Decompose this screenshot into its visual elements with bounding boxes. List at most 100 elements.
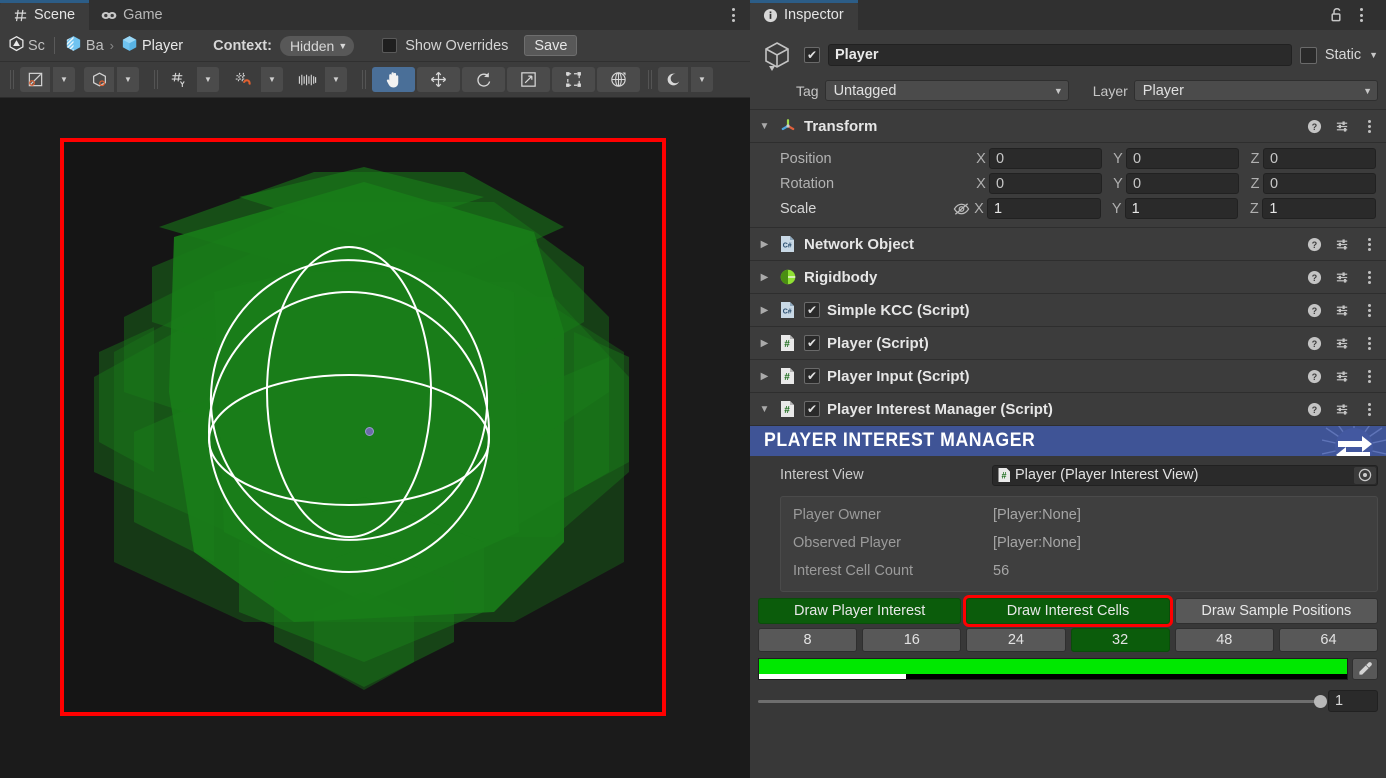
help-question-icon[interactable]: ? <box>1306 368 1322 384</box>
gameobject-enabled-checkbox[interactable]: ✔ <box>804 47 820 63</box>
component-menu-icon[interactable] <box>1362 369 1376 383</box>
transform-menu-icon[interactable] <box>1362 119 1376 133</box>
cube-gameobject-icon[interactable] <box>758 36 796 74</box>
preset-sliders-icon[interactable] <box>1334 302 1350 318</box>
tab-scene[interactable]: Scene <box>0 0 90 30</box>
cell-size-button-48[interactable]: 48 <box>1174 628 1274 652</box>
component-header-player[interactable]: ▶ # ✔ Player (Script) ? <box>750 327 1386 360</box>
foldout-icon[interactable]: ▶ <box>758 239 771 250</box>
help-question-icon[interactable]: ? <box>1306 335 1322 351</box>
position-y-input[interactable]: 0 <box>1126 148 1239 169</box>
component-header-rigidbody[interactable]: ▶ Rigidbody ? <box>750 261 1386 294</box>
preset-sliders-icon[interactable] <box>1334 236 1350 252</box>
component-header-player-interest-manager[interactable]: ▼ # ✔ Player Interest Manager (Script) ? <box>750 393 1386 426</box>
rotation-x-input[interactable]: 0 <box>989 173 1102 194</box>
foldout-icon[interactable]: ▼ <box>758 404 771 415</box>
component-header-network-object[interactable]: ▶ C# Network Object ? <box>750 228 1386 261</box>
help-question-icon[interactable]: ? <box>1306 269 1322 285</box>
preset-sliders-icon[interactable] <box>1334 335 1350 351</box>
static-checkbox[interactable] <box>1299 46 1317 64</box>
breadcrumb-current[interactable]: Player <box>120 34 183 57</box>
handle-orientation-dropdown[interactable]: ▼ <box>117 67 139 92</box>
help-question-icon[interactable]: ? <box>1306 302 1322 318</box>
tag-dropdown[interactable]: Untagged ▼ <box>824 80 1069 101</box>
position-x-input[interactable]: 0 <box>989 148 1102 169</box>
component-menu-icon[interactable] <box>1362 336 1376 350</box>
static-dropdown-icon[interactable]: ▼ <box>1369 50 1378 60</box>
layer-dropdown[interactable]: Player ▼ <box>1133 80 1378 101</box>
draw-interest-cells-button[interactable]: Draw Interest Cells <box>963 595 1173 627</box>
ruler-icon[interactable] <box>292 67 322 92</box>
cell-size-button-64[interactable]: 64 <box>1278 628 1379 652</box>
rotate-tool[interactable] <box>462 67 505 92</box>
grid-y-axis-icon[interactable] <box>164 67 194 92</box>
combined-transform-tool[interactable] <box>597 67 640 92</box>
sun-lighting-icon[interactable] <box>658 67 688 92</box>
cell-size-button-8[interactable]: 8 <box>758 628 858 652</box>
scale-y-input[interactable]: 1 <box>1124 198 1239 219</box>
scale-x-input[interactable]: 1 <box>987 198 1101 219</box>
component-header-player-input[interactable]: ▶ # ✔ Player Input (Script) ? <box>750 360 1386 393</box>
component-menu-icon[interactable] <box>1362 303 1376 317</box>
grid-snap-dropdown[interactable]: ▼ <box>261 67 283 92</box>
scene-overflow-menu-icon[interactable] <box>722 0 744 30</box>
component-header-transform[interactable]: ▼ Transform ? <box>750 110 1386 143</box>
hand-tool[interactable] <box>372 67 415 92</box>
foldout-icon[interactable]: ▶ <box>758 371 771 382</box>
scale-tool[interactable] <box>507 67 550 92</box>
increment-snap-dropdown[interactable]: ▼ <box>325 67 347 92</box>
preset-sliders-icon[interactable] <box>1334 368 1350 384</box>
grid-axis-dropdown[interactable]: ▼ <box>197 67 219 92</box>
move-tool[interactable] <box>417 67 460 92</box>
component-enabled-checkbox[interactable]: ✔ <box>804 401 820 417</box>
component-header-simple-kcc[interactable]: ▶ C# ✔ Simple KCC (Script) ? <box>750 294 1386 327</box>
eye-off-icon[interactable] <box>951 202 971 216</box>
interest-view-object-field[interactable]: # Player (Player Interest View) <box>992 464 1378 486</box>
component-enabled-checkbox[interactable]: ✔ <box>804 368 820 384</box>
cube-local-icon[interactable] <box>84 67 114 92</box>
preset-sliders-icon[interactable] <box>1334 118 1350 134</box>
help-question-icon[interactable]: ? <box>1306 236 1322 252</box>
foldout-icon[interactable]: ▶ <box>758 272 771 283</box>
draw-sample-positions-button[interactable]: Draw Sample Positions <box>1174 598 1378 624</box>
grid-magnet-icon[interactable] <box>228 67 258 92</box>
component-menu-icon[interactable] <box>1362 402 1376 416</box>
scale-z-input[interactable]: 1 <box>1262 198 1377 219</box>
gameobject-name-input[interactable]: Player <box>828 44 1292 66</box>
unlocked-padlock-icon[interactable] <box>1326 0 1348 30</box>
draw-player-interest-button[interactable]: Draw Player Interest <box>758 598 962 624</box>
rect-transform-tool[interactable] <box>552 67 595 92</box>
tab-game[interactable]: Game <box>89 0 177 30</box>
component-enabled-checkbox[interactable]: ✔ <box>804 302 820 318</box>
rotation-z-input[interactable]: 0 <box>1263 173 1376 194</box>
gizmo-alpha-value-input[interactable]: 1 <box>1328 690 1378 712</box>
eyedropper-icon[interactable] <box>1352 658 1378 680</box>
pivot-center-icon[interactable] <box>20 67 50 92</box>
help-question-icon[interactable]: ? <box>1306 118 1322 134</box>
show-overrides-checkbox[interactable] <box>382 38 398 53</box>
context-dropdown[interactable]: Hidden ▼ <box>279 35 355 56</box>
foldout-icon[interactable]: ▶ <box>758 305 771 316</box>
cell-size-button-32[interactable]: 32 <box>1070 628 1170 652</box>
object-picker-icon[interactable] <box>1354 466 1376 484</box>
rotation-y-input[interactable]: 0 <box>1126 173 1239 194</box>
scene-lighting-dropdown[interactable]: ▼ <box>691 67 713 92</box>
component-menu-icon[interactable] <box>1362 237 1376 251</box>
pivot-mode-dropdown[interactable]: ▼ <box>53 67 75 92</box>
help-question-icon[interactable]: ? <box>1306 401 1322 417</box>
position-z-input[interactable]: 0 <box>1263 148 1376 169</box>
foldout-icon[interactable]: ▶ <box>758 338 771 349</box>
breadcrumb-root[interactable]: Sc <box>8 35 45 56</box>
component-enabled-checkbox[interactable]: ✔ <box>804 335 820 351</box>
save-button[interactable]: Save <box>524 35 578 56</box>
component-menu-icon[interactable] <box>1362 270 1376 284</box>
transform-foldout-icon[interactable]: ▼ <box>758 121 771 132</box>
preset-sliders-icon[interactable] <box>1334 401 1350 417</box>
inspector-overflow-menu-icon[interactable] <box>1350 0 1372 30</box>
breadcrumb-prefab[interactable]: Ba <box>64 34 104 57</box>
tab-inspector[interactable]: Inspector <box>750 0 858 30</box>
cell-size-button-24[interactable]: 24 <box>966 628 1066 652</box>
cell-size-button-16[interactable]: 16 <box>862 628 962 652</box>
gizmo-color-field[interactable] <box>758 658 1348 680</box>
scene-viewport[interactable] <box>0 98 750 778</box>
